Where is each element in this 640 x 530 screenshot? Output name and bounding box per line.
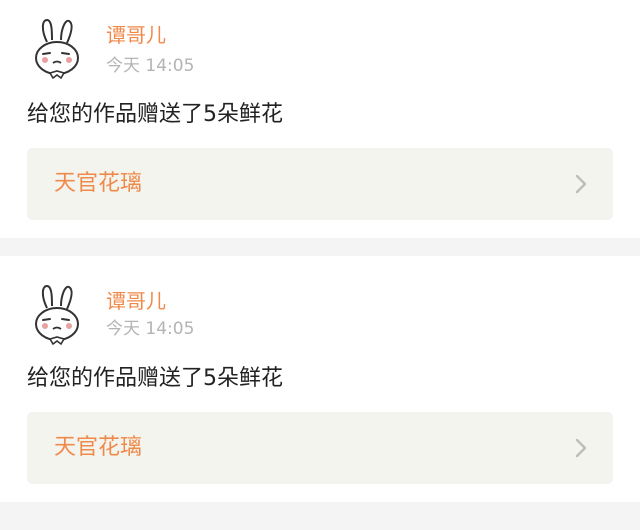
work-title: 天官花璃 [54, 171, 143, 196]
work-link-card[interactable]: 天官花璃 [27, 148, 613, 220]
timestamp: 今天 14:05 [106, 319, 195, 339]
user-name[interactable]: 谭哥儿 [106, 22, 166, 48]
notification-card: 谭哥儿 今天 14:05 给您的作品赠送了5朵鲜花 天官花璃 [0, 256, 640, 502]
notification-message: 给您的作品赠送了5朵鲜花 [27, 102, 283, 127]
work-link-card[interactable]: 天官花璃 [27, 412, 613, 484]
work-title: 天官花璃 [54, 435, 143, 460]
chevron-right-icon [573, 173, 589, 195]
notification-feed: 谭哥儿 今天 14:05 给您的作品赠送了5朵鲜花 天官花璃 谭哥儿 今天 14… [0, 0, 640, 530]
feed-divider [0, 502, 640, 530]
timestamp: 今天 14:05 [106, 56, 195, 76]
bunny-avatar-icon[interactable] [28, 18, 88, 80]
chevron-right-icon [573, 437, 589, 459]
user-name[interactable]: 谭哥儿 [106, 288, 166, 314]
bunny-avatar-icon[interactable] [28, 284, 88, 346]
notification-message: 给您的作品赠送了5朵鲜花 [27, 366, 283, 391]
notification-card: 谭哥儿 今天 14:05 给您的作品赠送了5朵鲜花 天官花璃 [0, 0, 640, 238]
